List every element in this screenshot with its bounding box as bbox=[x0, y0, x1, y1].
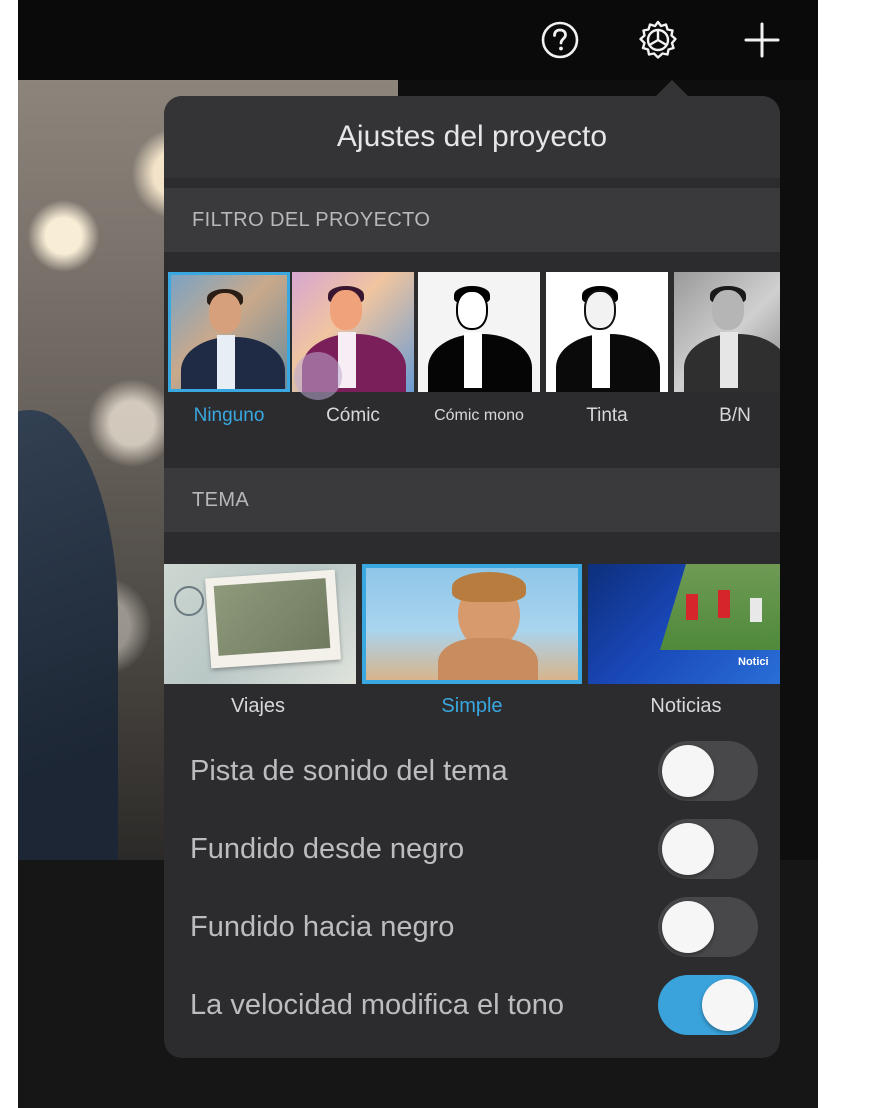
filter-label: Cómic mono bbox=[434, 407, 524, 424]
theme-section-header: TEMA bbox=[164, 468, 780, 532]
filter-strip[interactable]: Ninguno Cómic Cómic mono Tinta B/N bbox=[164, 268, 780, 448]
theme-thumbnail bbox=[362, 564, 582, 684]
toggle-label: La velocidad modifica el tono bbox=[190, 988, 565, 1021]
toggle-row-fade-out: Fundido hacia negro bbox=[164, 888, 780, 966]
filter-thumbnail bbox=[674, 272, 780, 392]
speed-pitch-toggle[interactable] bbox=[658, 975, 758, 1035]
toggle-knob bbox=[702, 979, 754, 1031]
theme-label: Viajes bbox=[230, 694, 286, 717]
theme-thumbnail bbox=[164, 564, 356, 684]
gear-icon bbox=[639, 20, 677, 59]
theme-overlay-text: Notici bbox=[738, 656, 769, 668]
toggle-row-theme-music: Pista de sonido del tema bbox=[164, 732, 780, 810]
toggle-label: Fundido desde negro bbox=[190, 832, 465, 865]
toggle-label: Pista de sonido del tema bbox=[190, 754, 508, 787]
toggle-knob bbox=[662, 823, 714, 875]
theme-viajes[interactable]: Viajes bbox=[164, 564, 356, 728]
theme-strip[interactable]: Viajes Simple Notici Noticias bbox=[164, 562, 780, 726]
filter-label: B/N bbox=[719, 405, 751, 426]
theme-label: Simple bbox=[441, 694, 503, 717]
theme-noticias[interactable]: Notici Noticias bbox=[588, 564, 780, 728]
theme-thumbnail: Notici bbox=[588, 564, 780, 684]
app-screen: Ajustes del proyecto FILTRO DEL PROYECTO… bbox=[18, 0, 818, 1108]
person-shoulder bbox=[18, 410, 118, 860]
filter-thumbnail bbox=[546, 272, 668, 392]
filter-label: Cómic bbox=[326, 405, 380, 426]
toggle-row-fade-in: Fundido desde negro bbox=[164, 810, 780, 888]
settings-button[interactable] bbox=[632, 14, 684, 66]
filter-thumbnail bbox=[418, 272, 540, 392]
filter-label: Tinta bbox=[586, 405, 628, 426]
toggle-knob bbox=[662, 901, 714, 953]
filter-label: Ninguno bbox=[193, 405, 265, 426]
touch-indicator bbox=[294, 352, 342, 400]
filter-comic-mono[interactable]: Cómic mono bbox=[418, 272, 540, 440]
theme-simple[interactable]: Simple bbox=[362, 564, 582, 728]
fade-out-toggle[interactable] bbox=[658, 897, 758, 957]
filter-bn[interactable]: B/N bbox=[674, 272, 780, 440]
project-settings-popover: Ajustes del proyecto FILTRO DEL PROYECTO… bbox=[164, 96, 780, 1058]
help-button[interactable] bbox=[534, 14, 586, 66]
help-circle-icon bbox=[541, 21, 579, 59]
theme-label: Noticias bbox=[650, 694, 722, 717]
plus-icon bbox=[744, 22, 780, 58]
toggle-label: Fundido hacia negro bbox=[190, 910, 455, 943]
add-button[interactable] bbox=[736, 14, 788, 66]
filter-tinta[interactable]: Tinta bbox=[546, 272, 668, 440]
toggle-row-speed-pitch: La velocidad modifica el tono bbox=[164, 966, 780, 1044]
toggle-knob bbox=[662, 745, 714, 797]
filter-ninguno[interactable]: Ninguno bbox=[168, 272, 290, 440]
filter-section-header: FILTRO DEL PROYECTO bbox=[164, 188, 780, 252]
theme-music-toggle[interactable] bbox=[658, 741, 758, 801]
panel-title: Ajustes del proyecto bbox=[164, 96, 780, 178]
filter-thumbnail bbox=[168, 272, 290, 392]
top-toolbar bbox=[18, 0, 818, 80]
fade-in-toggle[interactable] bbox=[658, 819, 758, 879]
